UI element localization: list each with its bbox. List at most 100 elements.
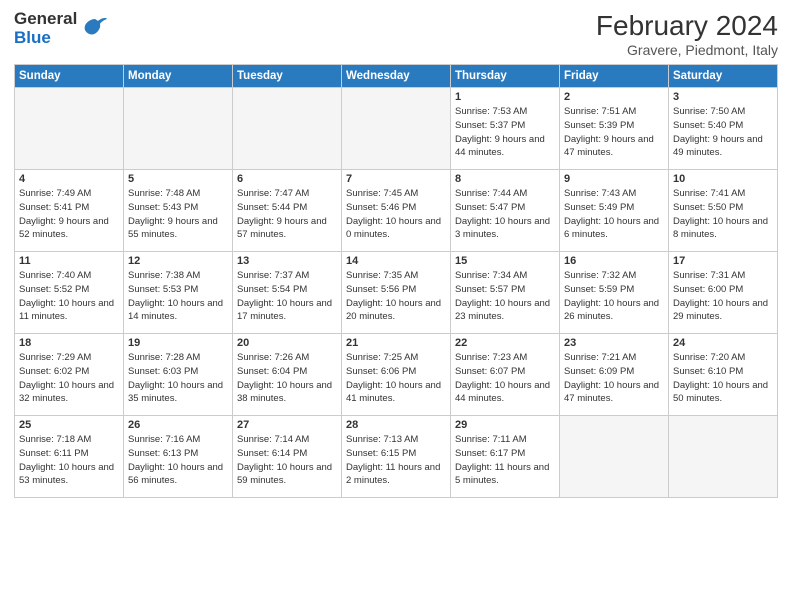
day-number: 14 bbox=[346, 255, 446, 267]
header-friday: Friday bbox=[560, 65, 669, 88]
day-cell bbox=[15, 88, 124, 170]
day-info: Sunrise: 7:11 AM Sunset: 6:17 PM Dayligh… bbox=[455, 433, 555, 488]
day-cell: 2 Sunrise: 7:51 AM Sunset: 5:39 PM Daylig… bbox=[560, 88, 669, 170]
day-info: Sunrise: 7:18 AM Sunset: 6:11 PM Dayligh… bbox=[19, 433, 119, 488]
day-cell: 9 Sunrise: 7:43 AM Sunset: 5:49 PM Daylig… bbox=[560, 170, 669, 252]
day-cell: 11 Sunrise: 7:40 AM Sunset: 5:52 PM Dayli… bbox=[15, 252, 124, 334]
main-container: General Blue February 2024 Gravere, Pied… bbox=[0, 0, 792, 506]
day-info: Sunrise: 7:37 AM Sunset: 5:54 PM Dayligh… bbox=[237, 269, 337, 324]
day-cell bbox=[669, 416, 778, 498]
day-cell: 10Sunrise: 7:41 AM Sunset: 5:50 PM Dayli… bbox=[669, 170, 778, 252]
day-info: Sunrise: 7:31 AM Sunset: 6:00 PM Dayligh… bbox=[673, 269, 773, 324]
day-number: 6 bbox=[237, 173, 337, 185]
header-thursday: Thursday bbox=[451, 65, 560, 88]
day-number: 3 bbox=[673, 91, 773, 103]
month-year: February 2024 bbox=[596, 10, 778, 42]
day-number: 4 bbox=[19, 173, 119, 185]
day-cell: 8 Sunrise: 7:44 AM Sunset: 5:47 PM Daylig… bbox=[451, 170, 560, 252]
day-number: 28 bbox=[346, 419, 446, 431]
day-info: Sunrise: 7:21 AM Sunset: 6:09 PM Dayligh… bbox=[564, 351, 664, 406]
day-cell: 26Sunrise: 7:16 AM Sunset: 6:13 PM Dayli… bbox=[124, 416, 233, 498]
day-info: Sunrise: 7:49 AM Sunset: 5:41 PM Dayligh… bbox=[19, 187, 119, 242]
day-number: 24 bbox=[673, 337, 773, 349]
week-row-1: 4 Sunrise: 7:49 AM Sunset: 5:41 PM Daylig… bbox=[15, 170, 778, 252]
day-number: 1 bbox=[455, 91, 555, 103]
day-number: 21 bbox=[346, 337, 446, 349]
day-number: 10 bbox=[673, 173, 773, 185]
day-cell: 5 Sunrise: 7:48 AM Sunset: 5:43 PM Daylig… bbox=[124, 170, 233, 252]
day-number: 17 bbox=[673, 255, 773, 267]
day-number: 5 bbox=[128, 173, 228, 185]
header-saturday: Saturday bbox=[669, 65, 778, 88]
day-number: 23 bbox=[564, 337, 664, 349]
day-number: 7 bbox=[346, 173, 446, 185]
day-cell: 20Sunrise: 7:26 AM Sunset: 6:04 PM Dayli… bbox=[233, 334, 342, 416]
day-cell: 7 Sunrise: 7:45 AM Sunset: 5:46 PM Daylig… bbox=[342, 170, 451, 252]
header-sunday: Sunday bbox=[15, 65, 124, 88]
day-number: 2 bbox=[564, 91, 664, 103]
day-cell: 25 Sunrise: 7:18 AM Sunset: 6:11 PM Dayli… bbox=[15, 416, 124, 498]
location: Gravere, Piedmont, Italy bbox=[596, 42, 778, 58]
day-number: 12 bbox=[128, 255, 228, 267]
week-row-0: 1Sunrise: 7:53 AM Sunset: 5:37 PM Daylig… bbox=[15, 88, 778, 170]
day-cell: 14 Sunrise: 7:35 AM Sunset: 5:56 PM Dayli… bbox=[342, 252, 451, 334]
day-info: Sunrise: 7:35 AM Sunset: 5:56 PM Dayligh… bbox=[346, 269, 446, 324]
day-number: 9 bbox=[564, 173, 664, 185]
day-cell: 22 Sunrise: 7:23 AM Sunset: 6:07 PM Dayli… bbox=[451, 334, 560, 416]
day-info: Sunrise: 7:43 AM Sunset: 5:49 PM Dayligh… bbox=[564, 187, 664, 242]
day-cell: 27 Sunrise: 7:14 AM Sunset: 6:14 PM Dayli… bbox=[233, 416, 342, 498]
day-number: 25 bbox=[19, 419, 119, 431]
day-number: 22 bbox=[455, 337, 555, 349]
day-cell: 1Sunrise: 7:53 AM Sunset: 5:37 PM Daylig… bbox=[451, 88, 560, 170]
day-cell: 29 Sunrise: 7:11 AM Sunset: 6:17 PM Dayli… bbox=[451, 416, 560, 498]
day-number: 29 bbox=[455, 419, 555, 431]
logo-general-text: General bbox=[14, 10, 77, 29]
day-cell: 19Sunrise: 7:28 AM Sunset: 6:03 PM Dayli… bbox=[124, 334, 233, 416]
day-cell: 23 Sunrise: 7:21 AM Sunset: 6:09 PM Dayli… bbox=[560, 334, 669, 416]
week-row-2: 11 Sunrise: 7:40 AM Sunset: 5:52 PM Dayli… bbox=[15, 252, 778, 334]
day-info: Sunrise: 7:38 AM Sunset: 5:53 PM Dayligh… bbox=[128, 269, 228, 324]
day-number: 27 bbox=[237, 419, 337, 431]
day-info: Sunrise: 7:51 AM Sunset: 5:39 PM Dayligh… bbox=[564, 105, 664, 160]
day-info: Sunrise: 7:45 AM Sunset: 5:46 PM Dayligh… bbox=[346, 187, 446, 242]
day-number: 18 bbox=[19, 337, 119, 349]
day-cell: 17 Sunrise: 7:31 AM Sunset: 6:00 PM Dayli… bbox=[669, 252, 778, 334]
header: General Blue February 2024 Gravere, Pied… bbox=[14, 10, 778, 58]
day-info: Sunrise: 7:47 AM Sunset: 5:44 PM Dayligh… bbox=[237, 187, 337, 242]
day-cell bbox=[560, 416, 669, 498]
day-info: Sunrise: 7:48 AM Sunset: 5:43 PM Dayligh… bbox=[128, 187, 228, 242]
day-cell: 12 Sunrise: 7:38 AM Sunset: 5:53 PM Dayli… bbox=[124, 252, 233, 334]
day-cell: 24 Sunrise: 7:20 AM Sunset: 6:10 PM Dayli… bbox=[669, 334, 778, 416]
day-number: 15 bbox=[455, 255, 555, 267]
week-row-3: 18Sunrise: 7:29 AM Sunset: 6:02 PM Dayli… bbox=[15, 334, 778, 416]
day-cell: 28 Sunrise: 7:13 AM Sunset: 6:15 PM Dayli… bbox=[342, 416, 451, 498]
header-wednesday: Wednesday bbox=[342, 65, 451, 88]
day-number: 11 bbox=[19, 255, 119, 267]
logo-blue-text: Blue bbox=[14, 29, 77, 48]
day-info: Sunrise: 7:23 AM Sunset: 6:07 PM Dayligh… bbox=[455, 351, 555, 406]
day-cell: 6 Sunrise: 7:47 AM Sunset: 5:44 PM Daylig… bbox=[233, 170, 342, 252]
day-info: Sunrise: 7:40 AM Sunset: 5:52 PM Dayligh… bbox=[19, 269, 119, 324]
day-info: Sunrise: 7:26 AM Sunset: 6:04 PM Dayligh… bbox=[237, 351, 337, 406]
logo: General Blue bbox=[14, 10, 110, 47]
day-number: 13 bbox=[237, 255, 337, 267]
day-cell: 13 Sunrise: 7:37 AM Sunset: 5:54 PM Dayli… bbox=[233, 252, 342, 334]
day-info: Sunrise: 7:44 AM Sunset: 5:47 PM Dayligh… bbox=[455, 187, 555, 242]
week-row-4: 25 Sunrise: 7:18 AM Sunset: 6:11 PM Dayli… bbox=[15, 416, 778, 498]
logo-bird-icon bbox=[80, 14, 110, 44]
day-cell: 16Sunrise: 7:32 AM Sunset: 5:59 PM Dayli… bbox=[560, 252, 669, 334]
day-info: Sunrise: 7:20 AM Sunset: 6:10 PM Dayligh… bbox=[673, 351, 773, 406]
day-info: Sunrise: 7:14 AM Sunset: 6:14 PM Dayligh… bbox=[237, 433, 337, 488]
header-tuesday: Tuesday bbox=[233, 65, 342, 88]
day-info: Sunrise: 7:28 AM Sunset: 6:03 PM Dayligh… bbox=[128, 351, 228, 406]
day-number: 16 bbox=[564, 255, 664, 267]
title-block: February 2024 Gravere, Piedmont, Italy bbox=[596, 10, 778, 58]
day-cell: 18Sunrise: 7:29 AM Sunset: 6:02 PM Dayli… bbox=[15, 334, 124, 416]
day-cell: 3Sunrise: 7:50 AM Sunset: 5:40 PM Daylig… bbox=[669, 88, 778, 170]
calendar-table: SundayMondayTuesdayWednesdayThursdayFrid… bbox=[14, 64, 778, 498]
day-cell: 15Sunrise: 7:34 AM Sunset: 5:57 PM Dayli… bbox=[451, 252, 560, 334]
days-header-row: SundayMondayTuesdayWednesdayThursdayFrid… bbox=[15, 65, 778, 88]
day-number: 8 bbox=[455, 173, 555, 185]
day-cell bbox=[342, 88, 451, 170]
day-info: Sunrise: 7:13 AM Sunset: 6:15 PM Dayligh… bbox=[346, 433, 446, 488]
